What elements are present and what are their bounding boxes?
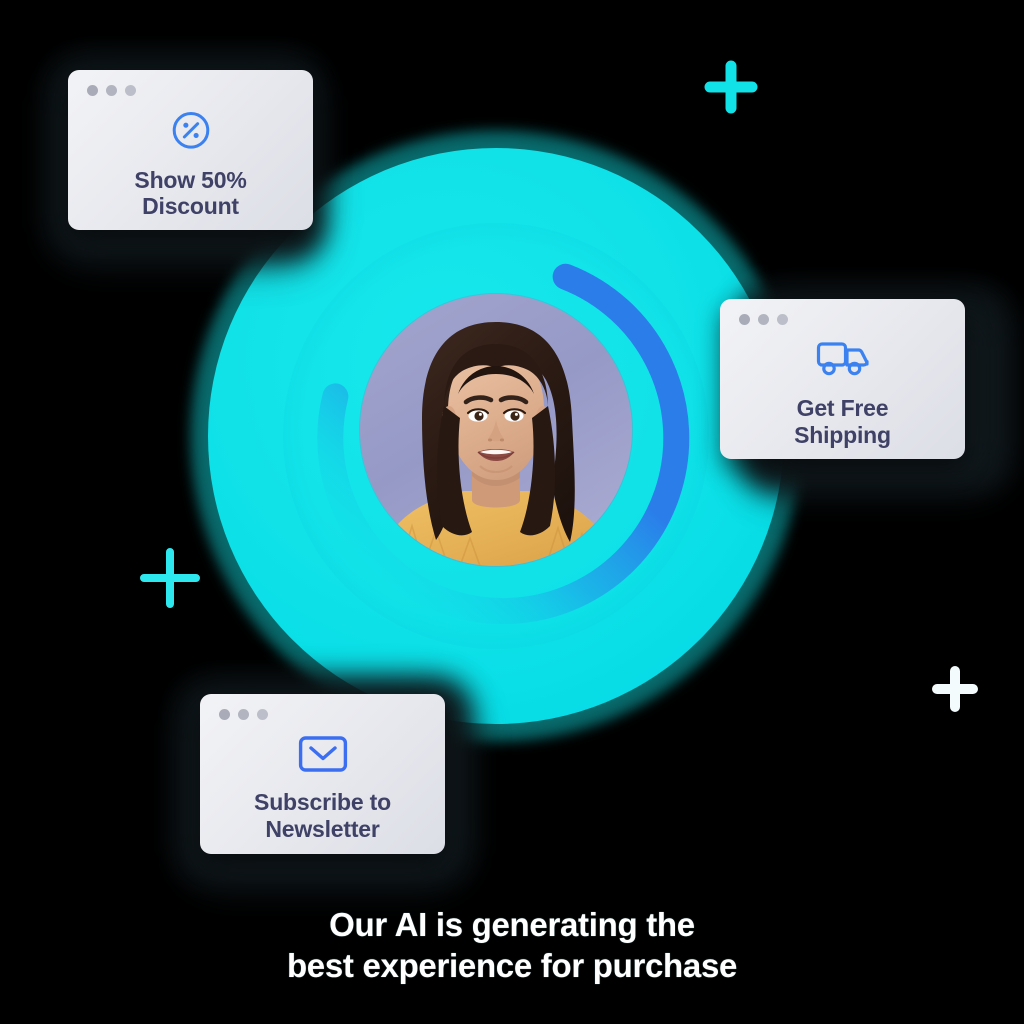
card-surface[interactable]: Get Free Shipping bbox=[720, 299, 965, 459]
caption-text: Our AI is generating the best experience… bbox=[286, 906, 738, 984]
card-content: Get Free Shipping bbox=[720, 339, 965, 449]
plus-icon bbox=[140, 548, 200, 608]
window-dot-3 bbox=[125, 85, 136, 96]
card-free-shipping[interactable]: Get Free Shipping bbox=[716, 281, 1010, 497]
promo-illustration: Show 50% Discount Get Free Shipping Subs… bbox=[0, 0, 1024, 1024]
avatar bbox=[360, 294, 632, 566]
card-show-discount[interactable]: Show 50% Discount bbox=[40, 46, 330, 266]
window-dot-3 bbox=[257, 709, 268, 720]
card-content: Show 50% Discount bbox=[68, 110, 313, 220]
window-dot-1 bbox=[219, 709, 230, 720]
window-dot-1 bbox=[739, 314, 750, 325]
window-dot-3 bbox=[777, 314, 788, 325]
window-dot-2 bbox=[758, 314, 769, 325]
delivery-truck-icon bbox=[816, 342, 869, 376]
window-dot-2 bbox=[238, 709, 249, 720]
card-content: Subscribe to Newsletter bbox=[200, 734, 445, 844]
percent-badge-icon bbox=[172, 112, 209, 149]
plus-icon bbox=[704, 60, 758, 114]
card-surface[interactable]: Show 50% Discount bbox=[68, 70, 313, 230]
window-dots bbox=[739, 314, 788, 325]
avatar-portrait bbox=[360, 294, 632, 566]
plus-icon bbox=[932, 666, 978, 712]
window-dots bbox=[219, 709, 268, 720]
window-dot-2 bbox=[106, 85, 117, 96]
window-dots bbox=[87, 85, 136, 96]
card-label: Subscribe to Newsletter bbox=[254, 789, 391, 842]
card-surface[interactable]: Subscribe to Newsletter bbox=[200, 694, 445, 854]
window-dot-1 bbox=[87, 85, 98, 96]
card-label: Show 50% Discount bbox=[134, 166, 247, 220]
envelope-icon bbox=[298, 736, 347, 773]
card-subscribe-newsletter[interactable]: Subscribe to Newsletter bbox=[170, 670, 485, 890]
card-label: Get Free Shipping bbox=[794, 395, 891, 448]
